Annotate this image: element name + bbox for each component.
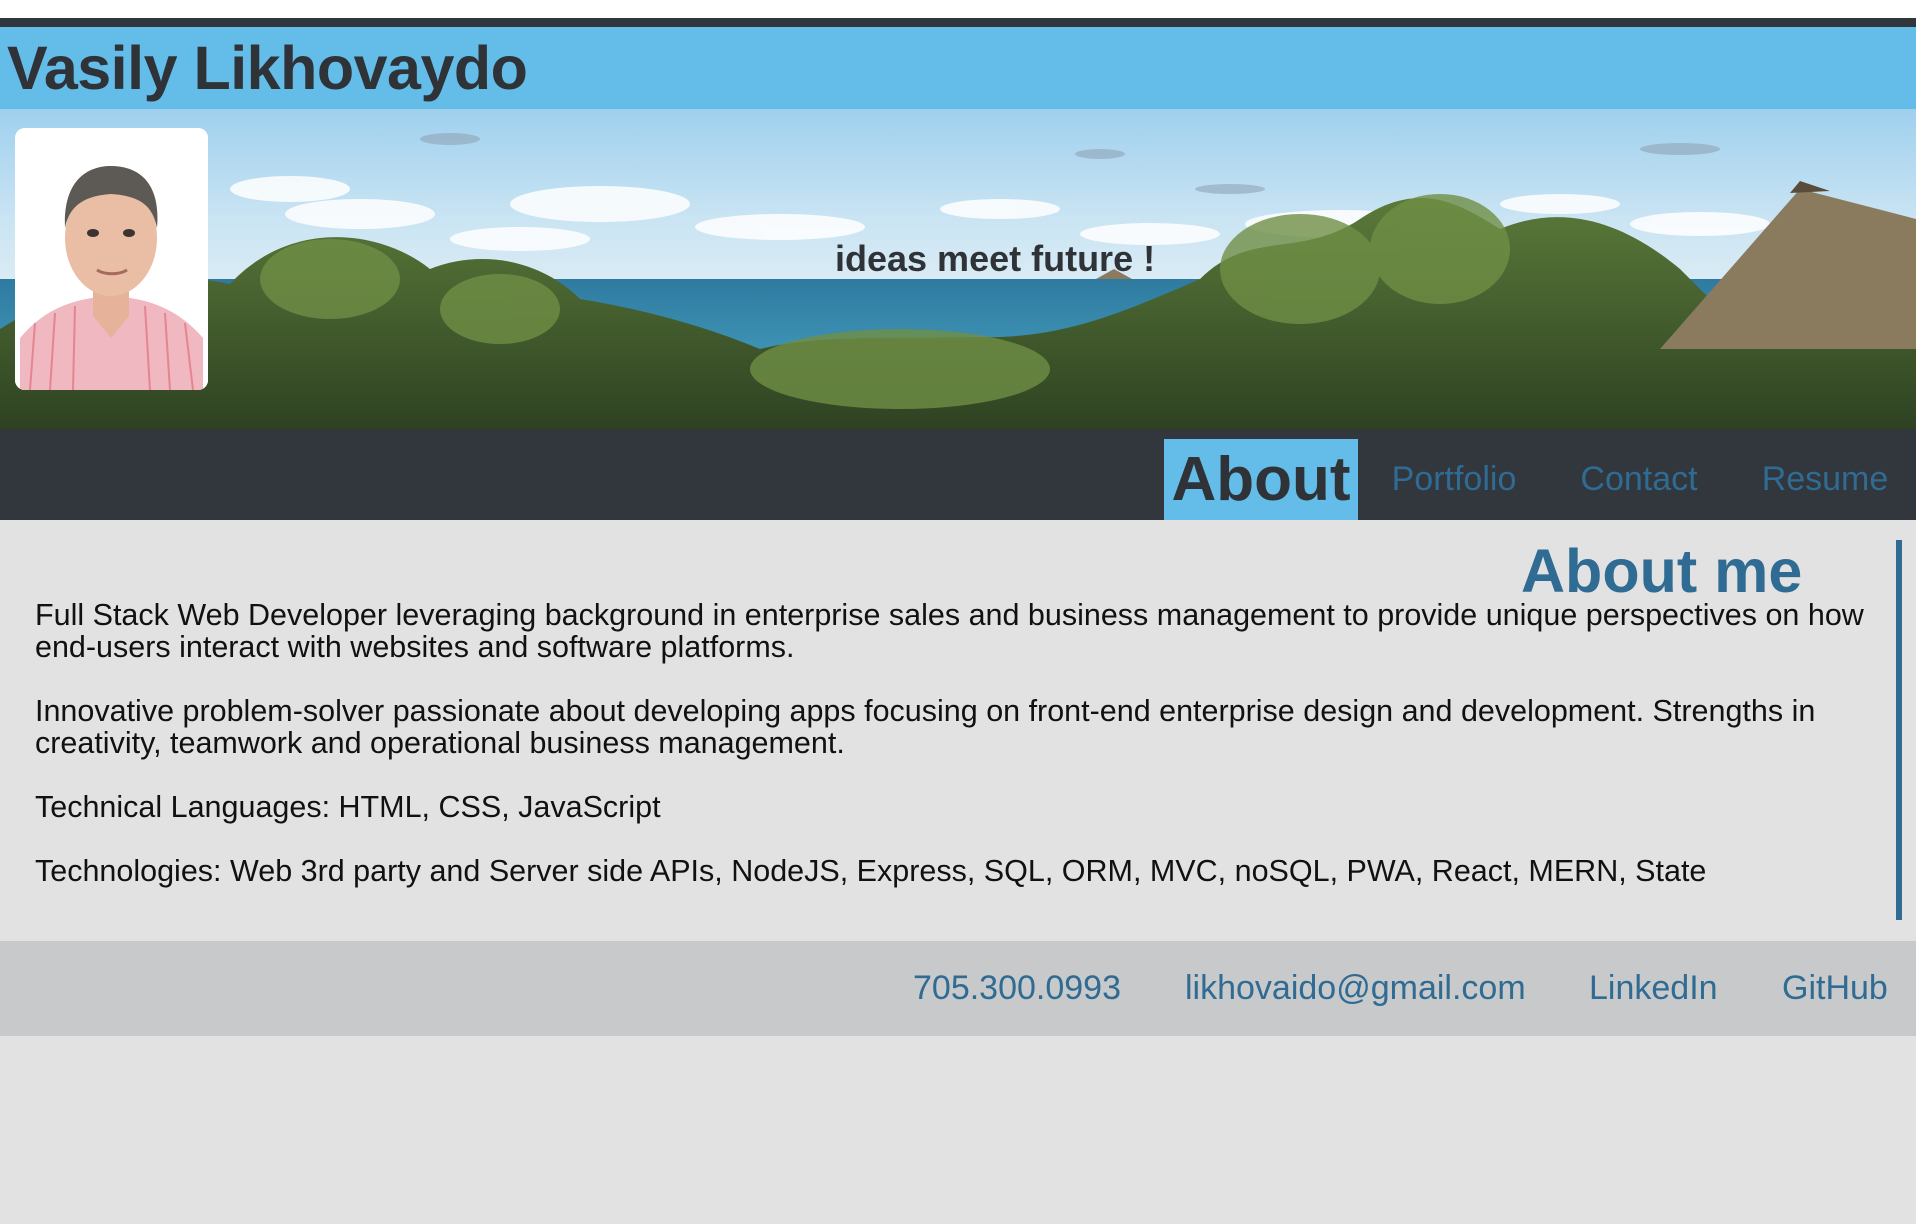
hero-tagline: ideas meet future ! [835,238,1156,279]
profile-photo [15,128,208,390]
footer-linkedin-link[interactable]: LinkedIn [1589,969,1718,1008]
about-section: About me Full Stack Web Developer levera… [0,520,1916,941]
footer-phone-link[interactable]: 705.300.0993 [913,969,1121,1008]
nav-tab-contact[interactable]: Contact [1571,439,1707,520]
about-paragraph-strengths: Innovative problem-solver passionate abo… [35,694,1816,760]
nav-tab-about[interactable]: About [1164,439,1358,520]
nav-tab-portfolio[interactable]: Portfolio [1378,439,1530,520]
footer-github-link[interactable]: GitHub [1782,969,1888,1008]
about-paragraph-summary: Full Stack Web Developer leveraging back… [35,598,1864,664]
about-paragraph-languages: Technical Languages: HTML, CSS, JavaScri… [35,790,661,824]
main-nav: About Portfolio Contact Resume [0,429,1916,520]
about-heading: About me [1521,537,1803,605]
footer-email-link[interactable]: likhovaido@gmail.com [1185,969,1526,1008]
about-paragraph-technologies: Technologies: Web 3rd party and Server s… [35,854,1707,888]
top-rule [0,18,1916,27]
site-title: Vasily Likhovaydo [7,34,528,102]
hero-banner: ideas meet future ! [0,109,1916,429]
title-bar: Vasily Likhovaydo [0,27,1916,109]
person-portrait-icon [15,128,208,390]
nav-tab-resume[interactable]: Resume [1756,439,1894,520]
top-strip [0,0,1916,18]
footer: 705.300.0993 likhovaido@gmail.com Linked… [0,941,1916,1036]
